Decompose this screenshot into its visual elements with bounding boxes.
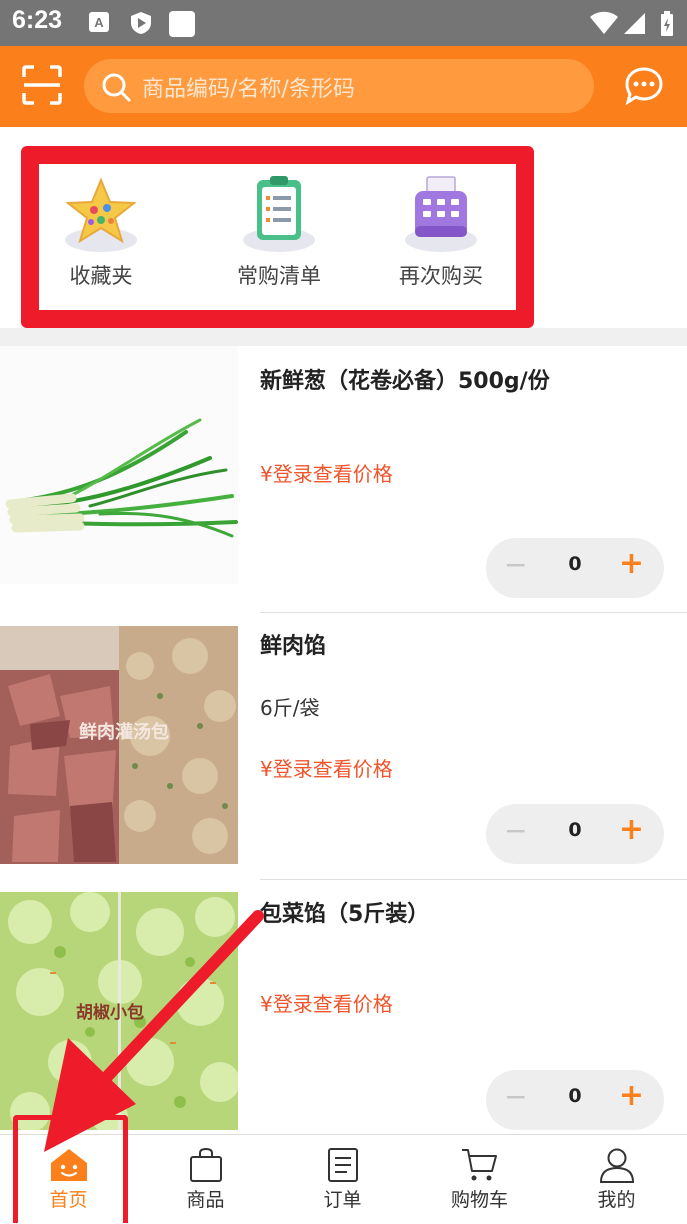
clipboard-icon <box>243 176 315 252</box>
tab-cart-label: 购物车 <box>450 1189 508 1211</box>
quantity-stepper: − 0 + <box>486 1070 664 1130</box>
tab-orders-label: 订单 <box>323 1189 362 1211</box>
buy-again-label: 再次购买 <box>399 264 483 288</box>
search-input[interactable]: 商品编码/名称/条形码 <box>84 59 594 113</box>
font-app-icon: A <box>89 12 109 32</box>
bag-icon <box>189 1147 222 1182</box>
user-icon <box>599 1148 634 1183</box>
order-icon <box>327 1148 358 1182</box>
quantity-stepper: − 0 + <box>486 538 664 598</box>
wifi-icon <box>590 11 618 34</box>
quantity-stepper: − 0 + <box>486 804 664 864</box>
regular-list-shortcut[interactable]: 常购清单 <box>214 168 344 308</box>
search-icon <box>102 73 131 102</box>
tab-products-label: 商品 <box>186 1189 225 1211</box>
star-icon <box>65 177 137 252</box>
product-item[interactable]: 鲜肉灌汤包 鲜肉馅 6斤/袋 ¥登录查看价格 − 0 + <box>0 613 687 879</box>
register-icon <box>405 176 477 252</box>
product-item[interactable]: 新鲜葱（花卷必备）500g/份 ¥登录查看价格 − 0 + <box>0 346 687 613</box>
home-tab-highlight <box>13 1115 128 1223</box>
product-image-caption: 胡椒小包 <box>76 1002 144 1023</box>
quick-links-highlight: 收藏夹 常购清单 再次购买 <box>21 146 534 328</box>
buy-again-shortcut[interactable]: 再次购买 <box>376 168 506 308</box>
cart-icon <box>461 1149 497 1181</box>
product-image-meat-filling: 鲜肉灌汤包 <box>0 626 238 864</box>
tab-orders[interactable]: 订单 <box>274 1135 411 1224</box>
product-name: 包菜馅（5斤装） <box>260 902 430 927</box>
shield-play-icon <box>131 12 151 34</box>
svg-text:A: A <box>94 15 104 30</box>
increase-button[interactable]: + <box>619 546 644 581</box>
chat-icon[interactable] <box>624 66 664 106</box>
status-time: 6:23 <box>12 6 63 34</box>
header-bar: 商品编码/名称/条形码 <box>0 46 687 127</box>
favorites-label: 收藏夹 <box>69 264 133 288</box>
product-spec: 6斤/袋 <box>260 696 320 720</box>
product-name: 新鲜葱（花卷必备）500g/份 <box>260 369 550 394</box>
product-price: ¥登录查看价格 <box>260 757 393 781</box>
product-image-scallion <box>0 346 238 584</box>
regular-list-label: 常购清单 <box>237 264 321 288</box>
section-divider <box>0 328 687 346</box>
quick-links-panel: 收藏夹 常购清单 再次购买 <box>39 164 516 310</box>
battery-icon <box>661 11 673 36</box>
increase-button[interactable]: + <box>619 1078 644 1113</box>
cell-signal-icon <box>624 13 645 34</box>
product-image-caption: 鲜肉灌汤包 <box>79 721 169 743</box>
product-price: ¥登录查看价格 <box>260 992 393 1016</box>
increase-button[interactable]: + <box>619 812 644 847</box>
favorites-shortcut[interactable]: 收藏夹 <box>36 168 166 308</box>
scan-icon[interactable] <box>22 65 62 105</box>
product-name: 鲜肉馅 <box>260 634 327 659</box>
product-image-cabbage-filling: 胡椒小包 <box>0 892 238 1130</box>
product-price: ¥登录查看价格 <box>260 462 393 486</box>
notification-square-icon <box>169 11 195 37</box>
search-placeholder: 商品编码/名称/条形码 <box>142 77 355 102</box>
tab-mine[interactable]: 我的 <box>548 1135 685 1224</box>
tab-mine-label: 我的 <box>597 1189 636 1211</box>
tab-products[interactable]: 商品 <box>137 1135 274 1224</box>
status-bar: 6:23 A <box>0 0 687 46</box>
product-item[interactable]: 胡椒小包 包菜馅（5斤装） ¥登录查看价格 − 0 + <box>0 880 687 1134</box>
tab-cart[interactable]: 购物车 <box>411 1135 548 1224</box>
